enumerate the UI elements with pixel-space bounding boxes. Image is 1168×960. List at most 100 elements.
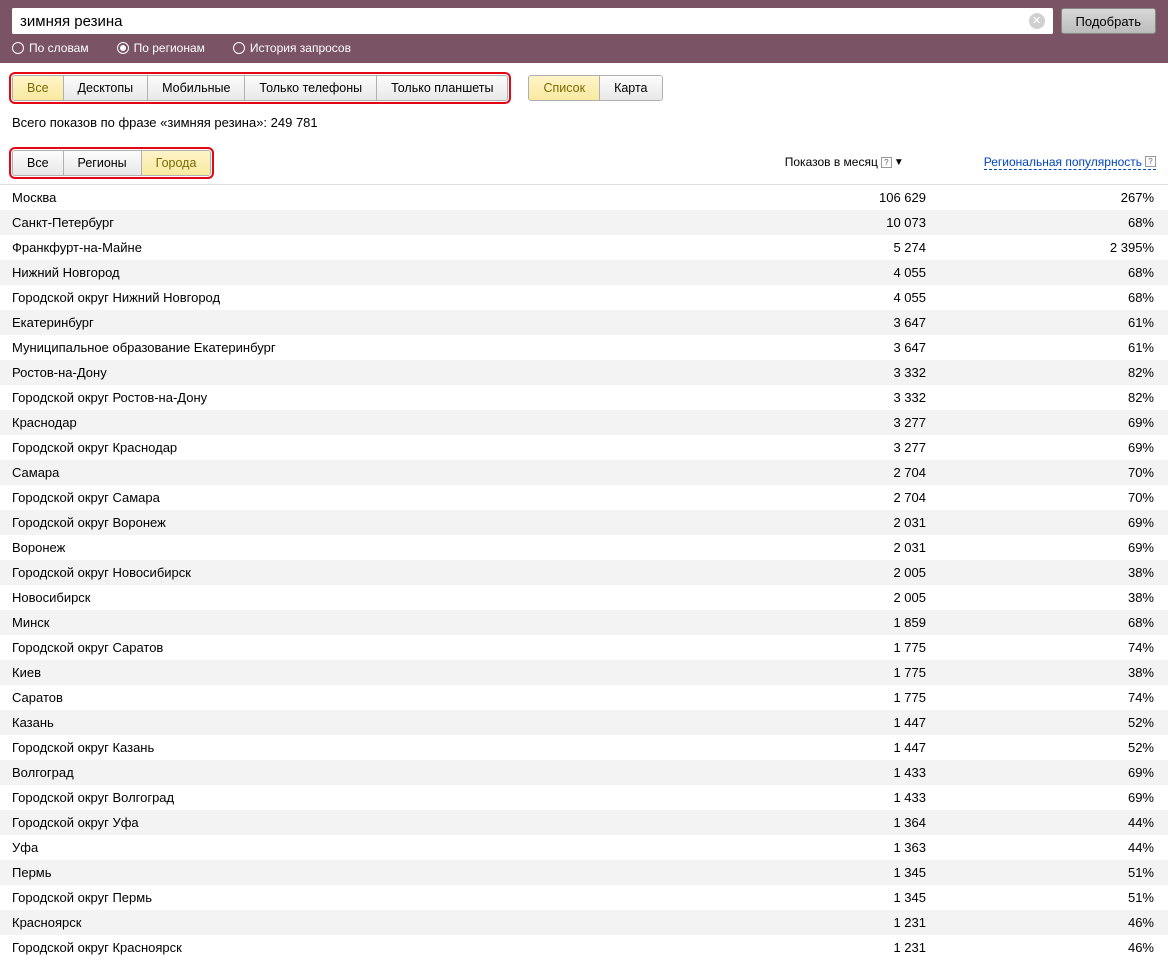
cell-popularity: 68% xyxy=(938,260,1168,285)
col-header-popularity[interactable]: Региональная популярность ? xyxy=(984,155,1156,170)
cell-popularity: 44% xyxy=(938,835,1168,860)
radio-label: По регионам xyxy=(134,41,205,55)
device-tab[interactable]: Десктопы xyxy=(64,76,149,100)
filters-row: ВсеДесктопыМобильныеТолько телефоныТольк… xyxy=(0,63,1168,109)
help-icon[interactable]: ? xyxy=(1145,156,1156,167)
view-tab[interactable]: Карта xyxy=(600,76,661,100)
cell-popularity: 69% xyxy=(938,785,1168,810)
col-header-views-label: Показов в месяц xyxy=(785,155,878,169)
cell-city: Городской округ Краснодар xyxy=(0,435,738,460)
cell-views: 3 277 xyxy=(738,435,938,460)
cell-popularity: 44% xyxy=(938,810,1168,835)
cell-views: 2 031 xyxy=(738,510,938,535)
cell-popularity: 51% xyxy=(938,885,1168,910)
cell-city: Городской округ Нижний Новгород xyxy=(0,285,738,310)
radio-label: По словам xyxy=(29,41,89,55)
cell-city: Муниципальное образование Екатеринбург xyxy=(0,335,738,360)
search-input[interactable] xyxy=(12,8,1053,34)
cell-city: Минск xyxy=(0,610,738,635)
region-tab[interactable]: Регионы xyxy=(64,151,142,175)
cell-popularity: 46% xyxy=(938,910,1168,935)
cell-popularity: 74% xyxy=(938,635,1168,660)
col-header-views[interactable]: Показов в месяц ? ▼ xyxy=(785,155,904,170)
cell-city: Городской округ Саратов xyxy=(0,635,738,660)
table-row: Воронеж2 03169% xyxy=(0,535,1168,560)
radio-option[interactable]: По регионам xyxy=(117,41,205,55)
cell-city: Новосибирск xyxy=(0,585,738,610)
cell-views: 1 433 xyxy=(738,760,938,785)
cell-city: Городской округ Самара xyxy=(0,485,738,510)
cell-city: Городской округ Красноярск xyxy=(0,935,738,960)
cell-city: Городской округ Волгоград xyxy=(0,785,738,810)
clear-icon[interactable]: ✕ xyxy=(1029,13,1045,29)
results-table: Москва106 629267%Санкт-Петербург10 07368… xyxy=(0,185,1168,960)
search-row: ✕ Подобрать xyxy=(12,8,1156,34)
cell-views: 1 231 xyxy=(738,935,938,960)
cell-city: Пермь xyxy=(0,860,738,885)
device-tab[interactable]: Все xyxy=(13,76,64,100)
help-icon[interactable]: ? xyxy=(881,157,892,168)
cell-views: 2 031 xyxy=(738,535,938,560)
cell-views: 2 005 xyxy=(738,585,938,610)
cell-views: 3 277 xyxy=(738,410,938,435)
table-row: Городской округ Красноярск1 23146% xyxy=(0,935,1168,960)
cell-city: Городской округ Уфа xyxy=(0,810,738,835)
cell-views: 1 231 xyxy=(738,910,938,935)
cell-popularity: 68% xyxy=(938,610,1168,635)
cell-popularity: 267% xyxy=(938,185,1168,210)
cell-popularity: 70% xyxy=(938,485,1168,510)
cell-city: Уфа xyxy=(0,835,738,860)
table-row: Городской округ Пермь1 34551% xyxy=(0,885,1168,910)
device-tab[interactable]: Только телефоны xyxy=(245,76,377,100)
cell-city: Городской округ Казань xyxy=(0,735,738,760)
cell-views: 1 447 xyxy=(738,735,938,760)
cell-popularity: 61% xyxy=(938,310,1168,335)
cell-city: Нижний Новгород xyxy=(0,260,738,285)
table-row: Санкт-Петербург10 07368% xyxy=(0,210,1168,235)
cell-views: 1 775 xyxy=(738,660,938,685)
region-tab[interactable]: Города xyxy=(142,151,211,175)
cell-views: 3 647 xyxy=(738,310,938,335)
region-tab[interactable]: Все xyxy=(13,151,64,175)
device-tab[interactable]: Только планшеты xyxy=(377,76,507,100)
view-tab[interactable]: Список xyxy=(529,76,600,100)
radio-dot-icon xyxy=(233,42,245,54)
table-row: Городской округ Ростов-на-Дону3 33282% xyxy=(0,385,1168,410)
radio-option[interactable]: По словам xyxy=(12,41,89,55)
cell-views: 5 274 xyxy=(738,235,938,260)
column-headers: Показов в месяц ? ▼ Региональная популяр… xyxy=(785,155,1156,176)
cell-city: Волгоград xyxy=(0,760,738,785)
cell-city: Городской округ Ростов-на-Дону xyxy=(0,385,738,410)
table-row: Городской округ Уфа1 36444% xyxy=(0,810,1168,835)
radio-row: По словам По регионам История запросов xyxy=(12,41,1156,55)
table-row: Городской округ Нижний Новгород4 05568% xyxy=(0,285,1168,310)
table-row: Городской округ Самара2 70470% xyxy=(0,485,1168,510)
cell-city: Городской округ Воронеж xyxy=(0,510,738,535)
cell-views: 1 447 xyxy=(738,710,938,735)
cell-popularity: 46% xyxy=(938,935,1168,960)
device-tab[interactable]: Мобильные xyxy=(148,76,245,100)
table-row: Новосибирск2 00538% xyxy=(0,585,1168,610)
cell-city: Саратов xyxy=(0,685,738,710)
table-row: Киев1 77538% xyxy=(0,660,1168,685)
cell-city: Городской округ Пермь xyxy=(0,885,738,910)
cell-views: 1 775 xyxy=(738,635,938,660)
cell-views: 3 647 xyxy=(738,335,938,360)
cell-popularity: 74% xyxy=(938,685,1168,710)
radio-label: История запросов xyxy=(250,41,351,55)
cell-popularity: 70% xyxy=(938,460,1168,485)
radio-option[interactable]: История запросов xyxy=(233,41,351,55)
cell-views: 1 859 xyxy=(738,610,938,635)
table-row: Волгоград1 43369% xyxy=(0,760,1168,785)
submit-button[interactable]: Подобрать xyxy=(1061,8,1156,34)
table-row: Красноярск1 23146% xyxy=(0,910,1168,935)
sub-tabs-row: ВсеРегионыГорода Показов в месяц ? ▼ Рег… xyxy=(0,144,1168,185)
table-row: Ростов-на-Дону3 33282% xyxy=(0,360,1168,385)
cell-popularity: 38% xyxy=(938,560,1168,585)
cell-popularity: 69% xyxy=(938,410,1168,435)
table-row: Городской округ Краснодар3 27769% xyxy=(0,435,1168,460)
cell-popularity: 38% xyxy=(938,660,1168,685)
cell-city: Воронеж xyxy=(0,535,738,560)
cell-views: 3 332 xyxy=(738,360,938,385)
cell-city: Екатеринбург xyxy=(0,310,738,335)
